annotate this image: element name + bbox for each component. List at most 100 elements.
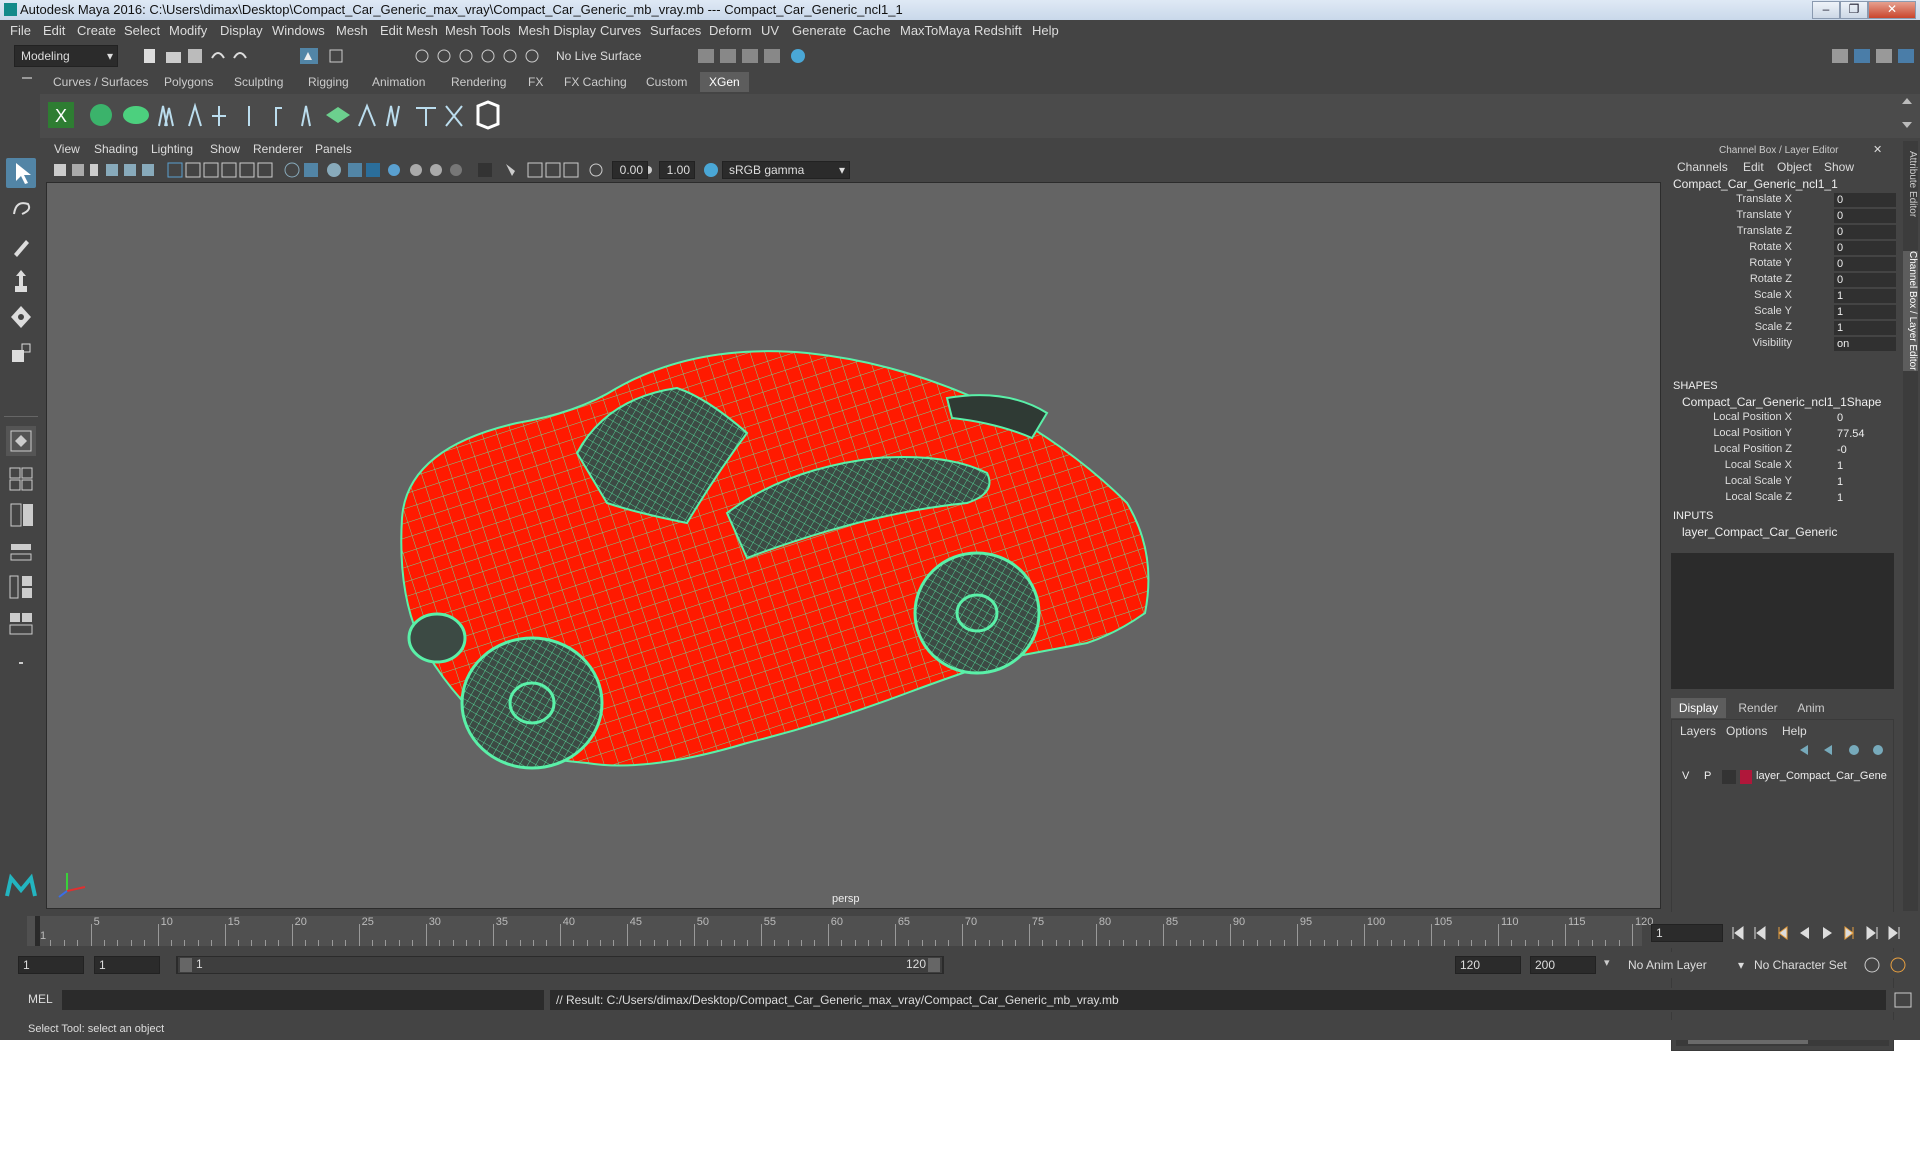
character-set-dropdown[interactable]: No Character Set [1748,956,1864,974]
rotate-tool-button[interactable] [6,302,36,332]
tab-animation[interactable]: Animation [363,72,434,92]
layer-menu-options[interactable]: Options [1726,724,1767,738]
menu-select[interactable]: Select [124,23,160,38]
file-tools-icons[interactable] [140,46,400,66]
layer-playback-toggle[interactable]: P [1704,770,1711,782]
range-slider-track[interactable]: 1 120 [176,956,944,974]
shape-channel-row[interactable]: Local Position Z -0 [1663,443,1900,459]
exposure-field[interactable]: 0.00 [612,161,648,179]
tab-polygons[interactable]: Polygons [155,72,222,92]
tab-sculpting[interactable]: Sculpting [225,72,292,92]
menu-help[interactable]: Help [1032,23,1059,38]
object-name[interactable]: Compact_Car_Generic_ncl1_1 [1673,177,1838,191]
shape-channel-row[interactable]: Local Scale Y1 [1663,475,1900,491]
close-button[interactable]: ✕ [1868,1,1916,19]
viewport-menu-shading[interactable]: Shading [94,142,138,156]
script-language-toggle[interactable]: MEL [28,992,53,1006]
channel-row[interactable]: Rotate X0 [1663,241,1900,257]
range-end-handle[interactable] [928,958,940,972]
range-start-handle[interactable] [180,958,192,972]
menu-edit[interactable]: Edit [43,23,65,38]
menu-surfaces[interactable]: Surfaces [650,23,701,38]
shape-name[interactable]: Compact_Car_Generic_ncl1_1Shape [1682,395,1881,409]
playback-start-field[interactable]: 1 [94,956,160,974]
paint-select-tool-button[interactable] [6,230,36,260]
move-tool-button[interactable] [6,266,36,296]
snap-icons[interactable] [410,46,550,66]
channel-row[interactable]: Visibility on [1663,337,1900,353]
menu-mesh[interactable]: Mesh [336,23,368,38]
single-perspective-layout-button[interactable] [6,426,36,456]
menu-redshift[interactable]: Redshift [974,23,1022,38]
menu-file[interactable]: File [10,23,31,38]
chevron-down-icon[interactable]: ▾ [1604,956,1616,969]
tab-custom[interactable]: Custom [637,72,696,92]
channel-row[interactable]: Translate Z0 [1663,225,1900,241]
input-name[interactable]: layer_Compact_Car_Generic [1682,525,1837,539]
viewport-menu-lighting[interactable]: Lighting [151,142,193,156]
channel-row[interactable]: Translate X0 [1663,193,1900,209]
time-ruler[interactable]: 1 5 10 15 20 25 30 35 40 45 50 55 60 65 70 75 80 85 90 95 10… [27,916,1653,946]
anim-layer-dropdown[interactable]: No Anim Layer ▾ [1622,956,1746,974]
shape-channel-row[interactable]: Local Position Y 77.54 [1663,427,1900,443]
tab-fx-caching[interactable]: FX Caching [555,72,636,92]
tab-xgen[interactable]: XGen [700,72,749,92]
shape-channel-row[interactable]: Local Scale Z1 [1663,491,1900,507]
current-time-marker[interactable] [35,916,40,946]
range-slider-bar[interactable] [178,957,942,973]
cb-menu-object[interactable]: Object [1777,160,1812,174]
script-editor-icon[interactable] [1893,991,1913,1009]
gamma-field[interactable]: 1.00 [659,161,695,179]
cb-menu-edit[interactable]: Edit [1743,160,1764,174]
layer-name[interactable]: layer_Compact_Car_Gene [1756,770,1887,782]
cb-menu-show[interactable]: Show [1824,160,1854,174]
toolbox-more-button[interactable] [6,648,36,678]
layer-menu-layers[interactable]: Layers [1680,724,1716,738]
menu-maxtomaya[interactable]: MaxToMaya [900,23,970,38]
menu-cache[interactable]: Cache [853,23,891,38]
scene-end-field[interactable]: 200 [1530,956,1596,974]
menu-edit-mesh[interactable]: Edit Mesh [380,23,438,38]
tab-anim[interactable]: Anim [1789,698,1833,718]
outliner-layout-button[interactable] [6,536,36,566]
playback-controls[interactable] [1727,922,1917,944]
hypershade-layout-button[interactable] [6,608,36,638]
layer-row[interactable]: V P layer_Compact_Car_Gene [1676,768,1889,786]
menu-mesh-tools[interactable]: Mesh Tools [445,23,511,38]
panel-toggle-icons[interactable] [1820,46,1920,66]
tab-fx[interactable]: FX [519,72,552,92]
layer-visibility-toggle[interactable]: V [1682,770,1689,782]
tab-curves-surfaces[interactable]: Curves / Surfaces [44,72,157,92]
command-input[interactable] [62,990,544,1010]
color-space-dropdown[interactable]: sRGB gamma ▾ [722,161,850,179]
channel-row[interactable]: Scale Y1 [1663,305,1900,321]
channel-row[interactable]: Scale Z1 [1663,321,1900,337]
panel-close-icon[interactable]: ✕ [1873,143,1893,156]
two-view-layout-button[interactable] [6,500,36,530]
car-model[interactable] [47,183,1660,908]
menu-create[interactable]: Create [77,23,116,38]
animation-prefs-icons[interactable] [1862,955,1918,975]
scene-start-field[interactable]: 1 [18,956,84,974]
scale-tool-button[interactable] [6,338,36,368]
shelf-scroll-icon[interactable] [1902,98,1912,134]
viewport-menu-show[interactable]: Show [210,142,240,156]
viewport-menu-view[interactable]: View [54,142,80,156]
graph-layout-button[interactable] [6,572,36,602]
menu-display[interactable]: Display [220,23,263,38]
four-view-layout-button[interactable] [6,464,36,494]
viewport-menu-renderer[interactable]: Renderer [253,142,303,156]
tab-rigging[interactable]: Rigging [299,72,358,92]
channel-row[interactable]: Translate Y0 [1663,209,1900,225]
menu-windows[interactable]: Windows [272,23,325,38]
current-frame-field[interactable]: 1 [1651,924,1723,942]
tab-channel-box-layer-editor[interactable]: Channel Box / Layer Editor [1903,251,1918,371]
menu-uv[interactable]: UV [761,23,779,38]
shelf-menu-icon[interactable] [22,77,32,79]
channel-row[interactable]: Scale X1 [1663,289,1900,305]
render-icons[interactable] [690,46,820,66]
menu-mesh-display[interactable]: Mesh Display [518,23,596,38]
tab-rendering[interactable]: Rendering [442,72,515,92]
menu-set-dropdown[interactable]: Modeling ▾ [14,45,118,67]
channel-row[interactable]: Rotate Y0 [1663,257,1900,273]
